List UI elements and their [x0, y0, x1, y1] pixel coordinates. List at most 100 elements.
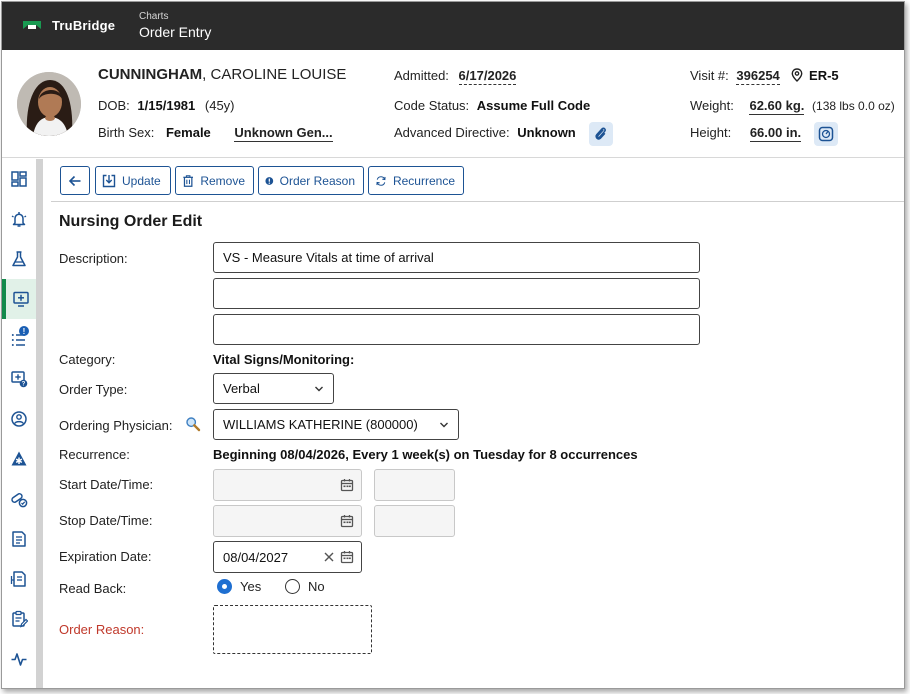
read-back-no-label: No: [308, 579, 325, 594]
nursing-order-form: Nursing Order Edit Description: VS - Mea…: [51, 203, 904, 688]
ordering-physician-value: WILLIAMS KATHERINE (800000): [223, 417, 418, 432]
order-type-select[interactable]: Verbal: [213, 373, 334, 404]
start-time-input[interactable]: [374, 469, 455, 501]
visit-value[interactable]: 396254: [736, 68, 780, 85]
attachment-button[interactable]: [589, 122, 613, 146]
nav-reports[interactable]: [2, 559, 36, 599]
calendar-icon[interactable]: [340, 550, 354, 564]
medication-icon: [11, 493, 28, 508]
advanced-directive-value: Unknown: [517, 125, 576, 140]
patient-name: CUNNINGHAM, CAROLINE LOUISE: [98, 66, 346, 83]
location-value: ER-5: [809, 68, 839, 83]
location-pin-icon: [792, 68, 803, 82]
sex-value: Female: [165, 125, 211, 140]
nav-order-entry[interactable]: [2, 279, 36, 319]
remove-label: Remove: [200, 173, 245, 188]
magnifier-search-icon[interactable]: [185, 416, 201, 432]
description-input-1[interactable]: VS - Measure Vitals at time of arrival: [213, 242, 700, 273]
medical-star-icon: ✱: [11, 451, 27, 467]
dob-value: 1/15/1981: [137, 98, 196, 113]
patient-avatar: [17, 72, 81, 136]
nav-notes[interactable]: [2, 599, 36, 639]
recurrence-label: Recurrence: [392, 173, 455, 188]
arrow-left-icon: [68, 175, 81, 186]
order-reason-label: Order Reason:: [59, 622, 145, 637]
order-question-icon: ?: [11, 371, 28, 388]
dob-row: DOB: 1/15/1981 (45y): [98, 98, 235, 113]
code-status-label: Code Status:: [394, 98, 470, 113]
calendar-icon[interactable]: [340, 478, 354, 492]
stop-datetime-label: Stop Date/Time:: [59, 513, 153, 528]
document-icon: [12, 531, 26, 547]
nav-vitals[interactable]: [2, 639, 36, 679]
description-input-2[interactable]: [213, 278, 700, 309]
app-window: TruBridge Charts Order Entry CUNNINGHAM,…: [1, 1, 905, 689]
ordering-physician-select[interactable]: WILLIAMS KATHERINE (800000): [213, 409, 459, 440]
recurrence-value: Beginning 08/04/2026, Every 1 week(s) on…: [213, 447, 638, 462]
sex-label: Birth Sex:: [98, 125, 155, 140]
read-back-yes-radio[interactable]: Yes: [217, 579, 261, 594]
svg-text:✱: ✱: [15, 457, 23, 467]
weight-row: Weight: 62.60 kg. (138 lbs 0.0 oz): [690, 98, 895, 115]
expiration-date-value: 08/04/2027: [223, 550, 289, 565]
start-datetime-label: Start Date/Time:: [59, 477, 154, 492]
measurements-button[interactable]: [814, 122, 838, 146]
update-button[interactable]: Update: [95, 166, 171, 195]
description-input-3[interactable]: [213, 314, 700, 345]
advanced-directive-row: Advanced Directive: Unknown: [394, 125, 576, 140]
stop-time-input[interactable]: [374, 505, 455, 537]
brand-name: TruBridge: [52, 17, 116, 33]
admitted-label: Admitted:: [394, 68, 449, 83]
nav-lab[interactable]: [2, 239, 36, 279]
nav-dashboard[interactable]: [2, 159, 36, 199]
height-value[interactable]: 66.00 in.: [749, 125, 802, 142]
admitted-value[interactable]: 6/17/2026: [458, 68, 517, 85]
remove-button[interactable]: Remove: [175, 166, 254, 195]
nav-documents[interactable]: [2, 519, 36, 559]
ordering-physician-label: Ordering Physician:: [59, 418, 173, 433]
recurrence-button[interactable]: Recurrence: [368, 166, 464, 195]
back-button[interactable]: [60, 166, 90, 195]
notes-edit-icon: [12, 610, 28, 628]
description-label: Description:: [59, 251, 128, 266]
read-back-no-radio[interactable]: No: [285, 579, 325, 594]
nav-medical[interactable]: ✱: [2, 439, 36, 479]
dashboard-icon: [11, 171, 27, 187]
advanced-directive-label: Advanced Directive:: [394, 125, 510, 140]
order-reason-input[interactable]: [213, 605, 372, 654]
nav-medications[interactable]: [2, 479, 36, 519]
order-reason-button[interactable]: Order Reason: [258, 166, 364, 195]
lab-flask-icon: [12, 251, 26, 267]
start-date-input[interactable]: [213, 469, 362, 501]
patient-header: CUNNINGHAM, CAROLINE LOUISE DOB: 1/15/19…: [2, 50, 904, 158]
nav-order-questions[interactable]: ?: [2, 359, 36, 399]
gender-link[interactable]: Unknown Gen...: [234, 125, 333, 142]
alert-bell-icon: [11, 212, 27, 227]
code-status-row: Code Status: Assume Full Code: [394, 98, 590, 113]
sex-row: Birth Sex: Female Unknown Gen...: [98, 125, 333, 142]
vitals-pulse-icon: [11, 653, 27, 666]
nav-care-team[interactable]: [2, 399, 36, 439]
expiration-date-input[interactable]: 08/04/2027: [213, 541, 362, 573]
paperclip-icon: [595, 127, 606, 140]
chevron-down-icon: [315, 386, 323, 392]
weight-value[interactable]: 62.60 kg.: [749, 98, 805, 115]
clear-x-icon[interactable]: [323, 551, 335, 563]
calendar-icon[interactable]: [340, 514, 354, 528]
save-download-icon: [102, 174, 116, 187]
height-row: Height: 66.00 in.: [690, 125, 802, 142]
update-label: Update: [122, 173, 161, 188]
stop-date-input[interactable]: [213, 505, 362, 537]
task-badge: !: [19, 326, 29, 336]
action-toolbar: Update Remove Order Reason Recurrence: [51, 159, 904, 202]
nav-alerts[interactable]: [2, 199, 36, 239]
top-bar: TruBridge Charts Order Entry: [2, 2, 904, 50]
code-status-value: Assume Full Code: [476, 98, 591, 113]
order-entry-icon: [13, 291, 29, 307]
nav-task-list[interactable]: !: [2, 319, 36, 359]
brand-logo[interactable]: TruBridge: [22, 15, 115, 35]
read-back-yes-label: Yes: [240, 579, 262, 594]
breadcrumb-parent[interactable]: Charts: [139, 11, 211, 23]
refresh-cycle-icon: [376, 175, 386, 186]
report-icon: [10, 571, 26, 587]
